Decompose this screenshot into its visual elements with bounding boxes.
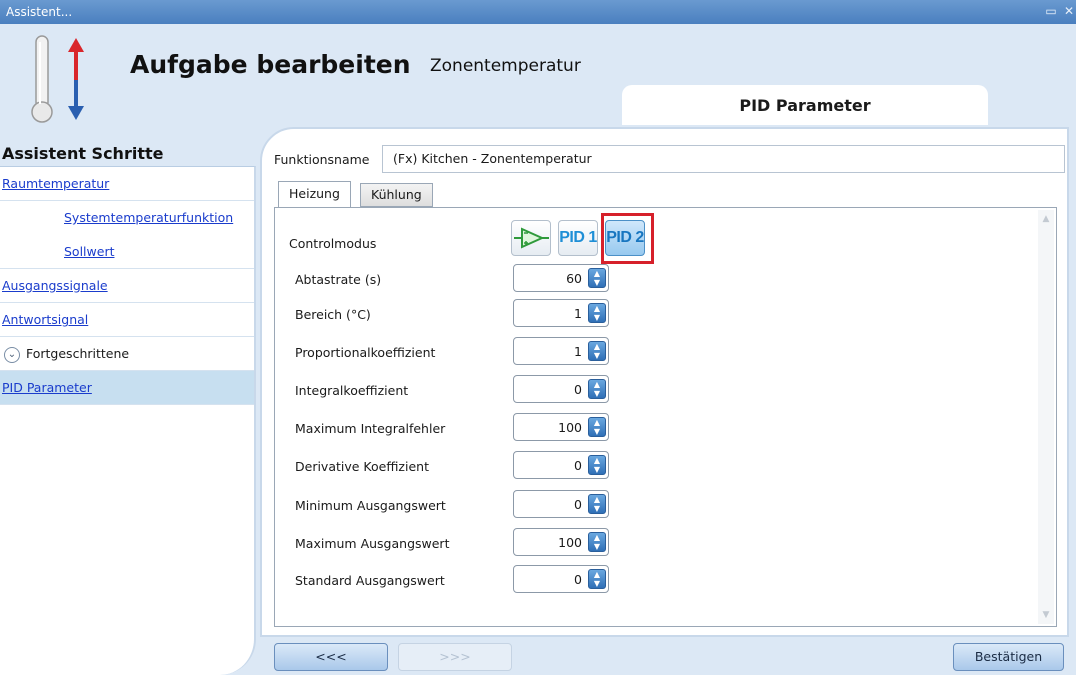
wizard-steps-sidebar: Assistent Schritte Raumtemperatur System… xyxy=(0,124,256,675)
page-subtitle: Zonentemperatur xyxy=(430,56,581,76)
sidebar-item-label[interactable]: Sollwert xyxy=(64,244,114,259)
param-label: Maximum Ausgangswert xyxy=(295,536,450,551)
window-title: Assistent... xyxy=(6,5,73,19)
stepper-value[interactable]: 1 xyxy=(574,344,582,359)
control-mode-amplifier-button[interactable] xyxy=(511,220,551,256)
page-title: Aufgabe bearbeiten xyxy=(130,50,411,79)
abtastrate-stepper[interactable]: 60 ▲ ▼ xyxy=(513,264,609,292)
window-controls: ▭ ✕ xyxy=(1044,4,1076,20)
wizard-steps-panel: Raumtemperatur Systemtemperaturfunktion … xyxy=(0,166,256,675)
sidebar-group-fortgeschrittene[interactable]: ⌄ Fortgeschrittene xyxy=(0,337,254,371)
sidebar-item-sollwert[interactable]: Sollwert xyxy=(0,235,254,269)
sidebar-group-label: Fortgeschrittene xyxy=(26,346,130,361)
maximize-icon[interactable]: ▭ xyxy=(1044,4,1058,18)
stepper-value[interactable]: 0 xyxy=(574,382,582,397)
stepper-arrows-icon[interactable]: ▲ ▼ xyxy=(588,494,606,514)
stepper-arrows-icon[interactable]: ▲ ▼ xyxy=(588,303,606,323)
vertical-scrollbar[interactable]: ▲ ▼ xyxy=(1038,210,1054,624)
control-mode-label: Controlmodus xyxy=(289,236,377,251)
sidebar-item-systemtemperaturfunktion[interactable]: Systemtemperaturfunktion xyxy=(0,201,254,235)
chevron-down-icon[interactable]: ⌄ xyxy=(4,346,20,363)
stepper-arrows-icon[interactable]: ▲ ▼ xyxy=(588,417,606,437)
param-row-standard-ausgangswert: Standard Ausgangswert 0 ▲ ▼ xyxy=(295,565,625,595)
tab-heizung[interactable]: Heizung xyxy=(278,181,351,208)
standard-ausgangswert-stepper[interactable]: 0 ▲ ▼ xyxy=(513,565,609,593)
back-button[interactable]: <<< xyxy=(274,643,388,671)
window-titlebar: Assistent... ▭ ✕ xyxy=(0,0,1076,24)
amplifier-icon xyxy=(514,227,549,249)
tab-kuehlung[interactable]: Kühlung xyxy=(360,183,433,207)
param-label: Abtastrate (s) xyxy=(295,272,382,287)
param-row-derivative-koeffizient: Derivative Koeffizient 0 ▲ ▼ xyxy=(295,451,625,481)
derivative-koeffizient-stepper[interactable]: 0 ▲ ▼ xyxy=(513,451,609,479)
proportionalkoeffizient-stepper[interactable]: 1 ▲ ▼ xyxy=(513,337,609,365)
stepper-arrows-icon[interactable]: ▲ ▼ xyxy=(588,379,606,399)
highlight-annotation xyxy=(601,213,654,264)
stepper-value[interactable]: 100 xyxy=(558,535,582,550)
stepper-value[interactable]: 0 xyxy=(574,497,582,512)
scroll-up-icon[interactable]: ▲ xyxy=(1041,214,1051,224)
param-label: Maximum Integralfehler xyxy=(295,421,446,436)
sidebar-item-label[interactable]: Raumtemperatur xyxy=(2,176,109,191)
stepper-value[interactable]: 100 xyxy=(558,420,582,435)
sidebar-item-label[interactable]: Antwortsignal xyxy=(2,312,88,327)
stepper-arrows-icon[interactable]: ▲ ▼ xyxy=(588,569,606,589)
sidebar-heading: Assistent Schritte xyxy=(2,144,164,163)
sidebar-item-raumtemperatur[interactable]: Raumtemperatur xyxy=(0,167,254,201)
sidebar-item-ausgangssignale[interactable]: Ausgangssignale xyxy=(0,269,254,303)
param-row-minimum-ausgangswert: Minimum Ausgangswert 0 ▲ ▼ xyxy=(295,490,625,520)
stepper-arrows-icon[interactable]: ▲ ▼ xyxy=(588,268,606,288)
param-row-bereich: Bereich (°C) 1 ▲ ▼ xyxy=(295,299,625,329)
control-mode-pid1-button[interactable]: PID 1 xyxy=(558,220,598,256)
bereich-stepper[interactable]: 1 ▲ ▼ xyxy=(513,299,609,327)
param-row-maximum-integralfehler: Maximum Integralfehler 100 ▲ ▼ xyxy=(295,413,625,443)
param-row-proportionalkoeffizient: Proportionalkoeffizient 1 ▲ ▼ xyxy=(295,337,625,367)
wizard-header: Aufgabe bearbeiten Zonentemperatur PID P… xyxy=(0,24,1076,125)
sidebar-item-antwortsignal[interactable]: Antwortsignal xyxy=(0,303,254,337)
scroll-down-icon[interactable]: ▼ xyxy=(1041,610,1051,620)
param-label: Derivative Koeffizient xyxy=(295,459,429,474)
confirm-button[interactable]: Bestätigen xyxy=(953,643,1064,671)
tab-content-heizung: Controlmodus PID 1 PID 2 Abtastrate (s) … xyxy=(274,207,1057,627)
integralkoeffizient-stepper[interactable]: 0 ▲ ▼ xyxy=(513,375,609,403)
thermometer-icon xyxy=(31,35,84,123)
minimum-ausgangswert-stepper[interactable]: 0 ▲ ▼ xyxy=(513,490,609,518)
function-name-field[interactable]: (Fx) Kitchen - Zonentemperatur xyxy=(382,145,1065,173)
sidebar-item-label[interactable]: Systemtemperaturfunktion xyxy=(64,210,233,225)
function-name-label: Funktionsname xyxy=(274,152,370,167)
param-row-abtastrate: Abtastrate (s) 60 ▲ ▼ xyxy=(295,264,625,294)
maximum-integralfehler-stepper[interactable]: 100 ▲ ▼ xyxy=(513,413,609,441)
stepper-arrows-icon[interactable]: ▲ ▼ xyxy=(588,341,606,361)
stepper-arrows-icon[interactable]: ▲ ▼ xyxy=(588,455,606,475)
sidebar-item-label[interactable]: PID Parameter xyxy=(2,380,92,395)
next-button[interactable]: >>> xyxy=(398,643,512,671)
param-label: Proportionalkoeffizient xyxy=(295,345,436,360)
sidebar-item-label[interactable]: Ausgangssignale xyxy=(2,278,108,293)
main-panel: Funktionsname (Fx) Kitchen - Zonentemper… xyxy=(260,127,1069,637)
param-label: Integralkoeffizient xyxy=(295,383,409,398)
stepper-arrows-icon[interactable]: ▲ ▼ xyxy=(588,532,606,552)
param-row-integralkoeffizient: Integralkoeffizient 0 ▲ ▼ xyxy=(295,375,625,405)
stepper-value[interactable]: 0 xyxy=(574,572,582,587)
sidebar-item-pid-parameter[interactable]: PID Parameter xyxy=(0,371,254,405)
section-tab-pid-parameter: PID Parameter xyxy=(622,85,988,125)
stepper-value[interactable]: 1 xyxy=(574,306,582,321)
param-row-maximum-ausgangswert: Maximum Ausgangswert 100 ▲ ▼ xyxy=(295,528,625,558)
param-label: Standard Ausgangswert xyxy=(295,573,445,588)
maximum-ausgangswert-stepper[interactable]: 100 ▲ ▼ xyxy=(513,528,609,556)
param-label: Minimum Ausgangswert xyxy=(295,498,446,513)
stepper-value[interactable]: 60 xyxy=(566,271,582,286)
param-label: Bereich (°C) xyxy=(295,307,371,322)
stepper-value[interactable]: 0 xyxy=(574,458,582,473)
close-icon[interactable]: ✕ xyxy=(1062,4,1076,18)
